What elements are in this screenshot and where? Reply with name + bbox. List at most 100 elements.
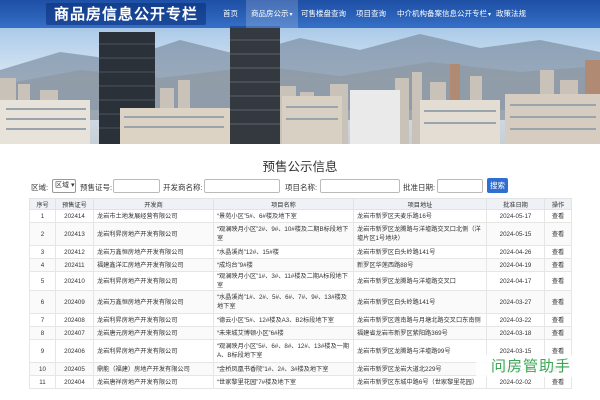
nav-policy[interactable]: 政策法规	[496, 0, 526, 28]
presale-cert: 202413	[55, 222, 94, 246]
project-name: “成均台”9#楼	[213, 258, 354, 272]
project-label: 项目名称:	[285, 183, 318, 192]
presale-cert: 202412	[55, 245, 94, 259]
project-name: “观澜映月小区”5#、6#、8#、12#、13#楼及一期A、B标段地下室	[213, 339, 354, 363]
row-number: 9	[29, 339, 56, 363]
view-link[interactable]: 查看	[544, 290, 572, 314]
approval-date: 2024-02-02	[486, 375, 545, 389]
chevron-down-icon: ▾	[488, 12, 492, 18]
view-link[interactable]: 查看	[544, 375, 572, 389]
table-row: 2 202413 龙岩利昇房地产开发有限公司 “观澜映月小区”2#、9#、10#楼及二…	[29, 222, 572, 246]
view-link[interactable]: 查看	[544, 222, 572, 246]
nav-project-query[interactable]: 项目查询	[356, 0, 386, 28]
row-number: 4	[29, 258, 56, 272]
developer-name: 龙岩万鑫恒房地产开发有限公司	[93, 290, 214, 314]
project-name: “水晶溪尚”1#、2#、5#、6#、7#、9#、13#楼及地下室	[213, 290, 354, 314]
project-address: 龙岩市新罗区龙腾路与洋墟路99号	[353, 339, 487, 363]
presale-cert: 202404	[55, 375, 94, 389]
nav-home[interactable]: 首页	[223, 0, 238, 28]
project-name: “德云小区”5#、12#楼及A3、B2标段地下室	[213, 313, 354, 327]
project-address: 福建省龙岩市新罗区紫阳路369号	[353, 326, 487, 340]
project-name: “景苑小区”5#、6#楼及地下室	[213, 209, 354, 223]
developer-name: 龙岩利昇房地产开发有限公司	[93, 271, 214, 291]
table-row: 5 202410 龙岩利昇房地产开发有限公司 “观澜映月小区”1#、3#、11#楼及二…	[29, 271, 572, 291]
nav-commercial-housing[interactable]: 商品房公示▾	[246, 0, 298, 28]
col-header-project: 项目名称	[213, 198, 354, 210]
approval-date: 2024-03-18	[486, 326, 545, 340]
approval-date: 2024-03-27	[486, 290, 545, 314]
project-address: 龙岩市新罗区白头岭路141号	[353, 245, 487, 259]
site-logo[interactable]: 商品房信息公开专栏	[46, 3, 207, 25]
developer-name: 龙岩唐祥房地产开发有限公司	[93, 375, 214, 389]
project-address: 新罗区华莲西路88号	[353, 258, 487, 272]
view-link[interactable]: 查看	[544, 313, 572, 327]
chevron-down-icon: ▾	[289, 12, 293, 18]
col-header-action: 操作	[544, 198, 572, 210]
row-number: 5	[29, 271, 56, 291]
project-name: “未来城艾博顿小区”6#楼	[213, 326, 354, 340]
presale-cert: 202409	[55, 290, 94, 314]
presale-cert: 202405	[55, 362, 94, 376]
approval-date: 2024-05-17	[486, 209, 545, 223]
approval-date: 2024-04-17	[486, 271, 545, 291]
table-row: 8 202407 龙岩唐元房地产开发有限公司 “未来城艾博顿小区”6#楼 福建省龙岩市新…	[29, 326, 572, 340]
table-row: 3 202412 龙岩万鑫恒房地产开发有限公司 “水晶溪尚”12#、15#楼 龙岩市新罗…	[29, 245, 572, 259]
project-address: 龙岩市新罗区天麦乐路16号	[353, 209, 487, 223]
approval-date-label: 批准日期:	[403, 183, 436, 192]
project-address: 龙岩市新罗区莲南路与月塘北路交叉口东南侧	[353, 313, 487, 327]
row-number: 2	[29, 222, 56, 246]
table-header-row: 序号 预售证号 开发商 项目名称 项目地址 批准日期 操作	[29, 198, 572, 210]
project-name: “金桥凤凰书香院”1#、2#、3#楼及地下室	[213, 362, 354, 376]
approval-date: 2024-04-19	[486, 258, 545, 272]
approval-date: 2024-04-26	[486, 245, 545, 259]
nav-agency-info[interactable]: 中介机构备案信息公开专栏▾	[397, 0, 491, 28]
approval-date-input[interactable]	[437, 179, 483, 193]
col-header-address: 项目地址	[353, 198, 487, 210]
presale-cert: 202408	[55, 313, 94, 327]
col-header-date: 批准日期	[486, 198, 545, 210]
developer-name: 福建鑫洋汇房地产开发有限公司	[93, 258, 214, 272]
row-number: 1	[29, 209, 56, 223]
table-row: 4 202411 福建鑫洋汇房地产开发有限公司 “成均台”9#楼 新罗区华莲西路88号 2…	[29, 258, 572, 272]
project-name: “水晶溪尚”12#、15#楼	[213, 245, 354, 259]
presale-cert: 202406	[55, 339, 94, 363]
row-number: 8	[29, 326, 56, 340]
view-link[interactable]: 查看	[544, 258, 572, 272]
project-name: “观澜映月小区”1#、3#、11#楼及二期A标段地下室	[213, 271, 354, 291]
view-link[interactable]: 查看	[544, 326, 572, 340]
project-input[interactable]	[320, 179, 400, 193]
watermark-logo: 问房管助手	[476, 355, 586, 377]
presale-cert: 202411	[55, 258, 94, 272]
presale-cert: 202410	[55, 271, 94, 291]
developer-name: 龙岩唐元房地产开发有限公司	[93, 326, 214, 340]
row-number: 11	[29, 375, 56, 389]
view-link[interactable]: 查看	[544, 209, 572, 223]
search-button[interactable]: 搜索	[487, 178, 508, 193]
presale-cert-input[interactable]	[113, 179, 160, 193]
developer-input[interactable]	[204, 179, 280, 193]
view-link[interactable]: 查看	[544, 245, 572, 259]
developer-name: 龙岩万鑫恒房地产开发有限公司	[93, 245, 214, 259]
presale-cert: 202414	[55, 209, 94, 223]
district-label: 区域:	[31, 183, 49, 192]
approval-date: 2024-05-15	[486, 222, 545, 246]
presale-cert-label: 预售证号:	[80, 183, 113, 192]
project-name: “观澜映月小区”2#、9#、10#楼及二期B标段地下室	[213, 222, 354, 246]
table-row: 1 202414 龙岩市土地发展经营有限公司 “景苑小区”5#、6#楼及地下室 龙岩市新…	[29, 209, 572, 223]
developer-label: 开发商名称:	[163, 183, 203, 192]
project-address: 龙岩市新罗区龙腾路与洋墟路交叉口北侧（洋墟片区1号地块）	[353, 222, 487, 246]
project-address: 龙岩市新罗区龙腾路与洋墟路交叉口	[353, 271, 487, 291]
row-number: 3	[29, 245, 56, 259]
developer-name: 龙岩市土地发展经营有限公司	[93, 209, 214, 223]
project-address: 龙岩市新罗区东城中路6号（世家黎里花园）	[353, 375, 487, 389]
nav-available-listings[interactable]: 可售楼盘查询	[301, 0, 346, 28]
project-address: 龙岩市新罗区龙岩大道北229号	[353, 362, 487, 376]
view-link[interactable]: 查看	[544, 271, 572, 291]
search-form: 区域: 区域 ▾ 预售证号: 开发商名称: 项目名称: 批准日期: 搜索	[0, 178, 600, 195]
row-number: 7	[29, 313, 56, 327]
row-number: 6	[29, 290, 56, 314]
col-header-no: 序号	[29, 198, 56, 210]
district-select[interactable]: 区域 ▾	[52, 179, 76, 193]
developer-name: 鼎能（福建）房地产开发有限公司	[93, 362, 214, 376]
banner: 商品房信息公开专栏 首页 商品房公示▾ 可售楼盘查询 项目查询 中介机构备案信息…	[0, 0, 600, 144]
